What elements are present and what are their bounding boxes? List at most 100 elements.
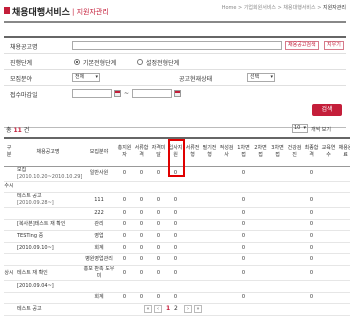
count-cell[interactable] xyxy=(218,219,235,232)
count-cell[interactable] xyxy=(303,181,320,194)
count-cell[interactable] xyxy=(320,242,337,255)
count-cell[interactable]: 0 xyxy=(167,253,184,267)
count-cell[interactable] xyxy=(320,207,337,220)
count-cell[interactable] xyxy=(286,181,303,194)
count-cell[interactable] xyxy=(320,192,337,209)
count-cell[interactable]: 0 xyxy=(116,219,133,232)
job-title-cell[interactable]: [복사본]테스트 재 확인 xyxy=(14,219,82,232)
count-cell[interactable] xyxy=(184,207,201,220)
breadcrumb-corp[interactable]: 기업회원서비스 xyxy=(244,5,276,11)
count-cell[interactable] xyxy=(269,292,286,305)
count-cell[interactable]: 0 xyxy=(116,253,133,267)
count-cell[interactable] xyxy=(201,253,218,267)
count-cell[interactable] xyxy=(252,192,269,209)
count-cell[interactable] xyxy=(252,230,269,243)
count-cell[interactable] xyxy=(133,280,150,293)
count-cell[interactable] xyxy=(167,181,184,194)
count-cell[interactable] xyxy=(167,280,184,293)
count-cell[interactable]: 0 xyxy=(235,230,252,243)
count-cell[interactable] xyxy=(218,207,235,220)
job-title-cell[interactable]: 테스트 재 확인 xyxy=(14,265,82,282)
count-cell[interactable]: 0 xyxy=(133,207,150,220)
calendar-icon[interactable] xyxy=(114,90,121,97)
count-cell[interactable]: 0 xyxy=(303,192,320,209)
count-cell[interactable] xyxy=(184,192,201,209)
count-cell[interactable] xyxy=(201,230,218,243)
count-cell[interactable] xyxy=(218,230,235,243)
count-cell[interactable]: 0 xyxy=(133,292,150,305)
count-cell[interactable] xyxy=(269,192,286,209)
count-cell[interactable]: 0 xyxy=(167,219,184,232)
count-cell[interactable] xyxy=(269,265,286,282)
count-cell[interactable]: 0 xyxy=(303,207,320,220)
count-cell[interactable]: 0 xyxy=(150,253,167,267)
job-title-cell[interactable]: TESTing 중 xyxy=(14,230,82,243)
count-cell[interactable]: 0 xyxy=(133,230,150,243)
count-cell[interactable] xyxy=(303,280,320,293)
count-cell[interactable]: 0 xyxy=(133,192,150,209)
count-cell[interactable]: 0 xyxy=(167,292,184,305)
count-cell[interactable] xyxy=(252,253,269,267)
count-cell[interactable] xyxy=(252,166,269,182)
count-cell[interactable]: 0 xyxy=(303,292,320,305)
count-cell[interactable] xyxy=(116,181,133,194)
count-cell[interactable] xyxy=(286,219,303,232)
count-cell[interactable]: 0 xyxy=(150,192,167,209)
count-cell[interactable] xyxy=(320,230,337,243)
count-cell[interactable] xyxy=(218,242,235,255)
count-cell[interactable] xyxy=(286,166,303,182)
page-2[interactable]: 2 xyxy=(174,305,178,313)
count-cell[interactable] xyxy=(201,280,218,293)
deadline-end-input[interactable] xyxy=(132,89,172,98)
count-cell[interactable] xyxy=(252,265,269,282)
count-cell[interactable] xyxy=(184,230,201,243)
count-cell[interactable] xyxy=(286,292,303,305)
count-cell[interactable] xyxy=(320,280,337,293)
job-search-button[interactable]: 채용공고검색 xyxy=(285,41,319,50)
count-cell[interactable] xyxy=(218,292,235,305)
count-cell[interactable]: 0 xyxy=(133,166,150,182)
count-cell[interactable] xyxy=(269,280,286,293)
page-1[interactable]: 1 xyxy=(166,305,170,313)
next-page-button[interactable]: › xyxy=(184,305,192,313)
calendar-icon[interactable] xyxy=(174,90,181,97)
count-cell[interactable] xyxy=(218,265,235,282)
job-title-cell[interactable]: 테스트 공고 [2010.09.28~] xyxy=(14,192,82,209)
count-cell[interactable] xyxy=(133,181,150,194)
count-cell[interactable]: 0 xyxy=(133,265,150,282)
count-cell[interactable] xyxy=(286,265,303,282)
count-cell[interactable]: 0 xyxy=(235,219,252,232)
count-cell[interactable]: 0 xyxy=(235,253,252,267)
count-cell[interactable]: 0 xyxy=(235,242,252,255)
last-page-button[interactable]: » xyxy=(194,305,202,313)
count-cell[interactable] xyxy=(201,219,218,232)
count-cell[interactable] xyxy=(252,207,269,220)
count-cell[interactable]: 0 xyxy=(235,207,252,220)
job-title-cell[interactable] xyxy=(14,181,82,194)
count-cell[interactable]: 0 xyxy=(150,219,167,232)
count-cell[interactable] xyxy=(252,242,269,255)
count-cell[interactable]: 0 xyxy=(235,166,252,182)
count-cell[interactable] xyxy=(201,265,218,282)
count-cell[interactable] xyxy=(320,253,337,267)
count-cell[interactable] xyxy=(218,280,235,293)
count-cell[interactable]: 0 xyxy=(133,242,150,255)
count-cell[interactable]: 0 xyxy=(133,253,150,267)
count-cell[interactable]: 0 xyxy=(167,265,184,282)
breadcrumb-service[interactable]: 채용대행서비스 xyxy=(283,5,315,11)
count-cell[interactable] xyxy=(150,181,167,194)
count-cell[interactable] xyxy=(201,207,218,220)
count-cell[interactable]: 0 xyxy=(116,207,133,220)
field-select[interactable]: 전체 ▾ xyxy=(72,73,100,82)
count-cell[interactable] xyxy=(320,166,337,182)
count-cell[interactable]: 0 xyxy=(116,292,133,305)
first-page-button[interactable]: « xyxy=(144,305,152,313)
count-cell[interactable]: 0 xyxy=(116,166,133,182)
count-cell[interactable]: 0 xyxy=(235,192,252,209)
clear-button[interactable]: 지우기 xyxy=(324,41,344,50)
count-cell[interactable] xyxy=(184,253,201,267)
count-cell[interactable] xyxy=(184,219,201,232)
count-cell[interactable]: 0 xyxy=(167,242,184,255)
count-cell[interactable] xyxy=(184,280,201,293)
count-cell[interactable] xyxy=(218,166,235,182)
